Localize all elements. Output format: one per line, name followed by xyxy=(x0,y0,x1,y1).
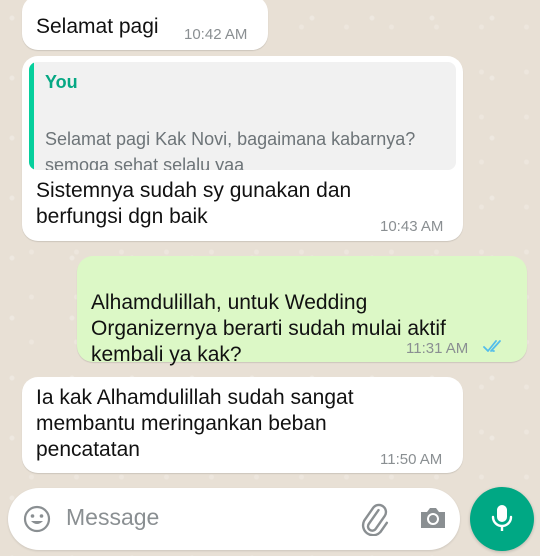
message-text: Alhamdulillah, untuk Wedding Organizerny… xyxy=(91,264,511,419)
message-timestamp: 10:42 AM xyxy=(184,26,248,43)
quote-author: You xyxy=(45,72,78,92)
attach-icon[interactable] xyxy=(358,502,390,536)
quoted-message[interactable]: You Selamat pagi Kak Novi, bagaimana kab… xyxy=(29,62,456,170)
message-composer[interactable]: Message xyxy=(8,488,460,550)
message-text: Selamat pagi xyxy=(36,15,159,38)
mic-icon xyxy=(491,505,513,531)
quote-more-indicator: ... xyxy=(45,150,58,167)
message-text: Ia kak Alhamdulillah sudah sangat memban… xyxy=(36,386,354,461)
camera-icon[interactable] xyxy=(418,504,448,532)
message-timestamp: 11:31 AM xyxy=(406,340,469,357)
outgoing-message-bubble[interactable]: Alhamdulillah, untuk Wedding Organizerny… xyxy=(77,256,527,419)
incoming-message-bubble[interactable]: You Selamat pagi Kak Novi, bagaimana kab… xyxy=(22,56,463,241)
folded-hands-emoji xyxy=(245,156,265,170)
message-text: Sistemnya sudah sy gunakan dan berfungsi… xyxy=(36,179,352,228)
message-text-content: Alhamdulillah, untuk Wedding Organizerny… xyxy=(91,291,446,366)
incoming-message-bubble[interactable]: Selamat pagi 10:42 AM xyxy=(22,0,268,50)
quote-accent-bar xyxy=(29,62,34,170)
quote-text: Selamat pagi Kak Novi, bagaimana kabarny… xyxy=(45,100,456,170)
double-check-icon xyxy=(483,340,501,352)
quote-text-content: Selamat pagi Kak Novi, bagaimana kabarny… xyxy=(45,129,416,170)
message-input[interactable]: Message xyxy=(66,504,159,531)
message-timestamp: 10:43 AM xyxy=(380,218,444,235)
incoming-message-bubble[interactable]: Ia kak Alhamdulillah sudah sangat memban… xyxy=(22,377,463,473)
smiling-face-with-halo-emoji xyxy=(267,155,289,170)
emoji-icon[interactable] xyxy=(22,504,52,534)
mic-button[interactable] xyxy=(470,487,534,551)
message-timestamp: 11:50 AM xyxy=(380,451,443,468)
